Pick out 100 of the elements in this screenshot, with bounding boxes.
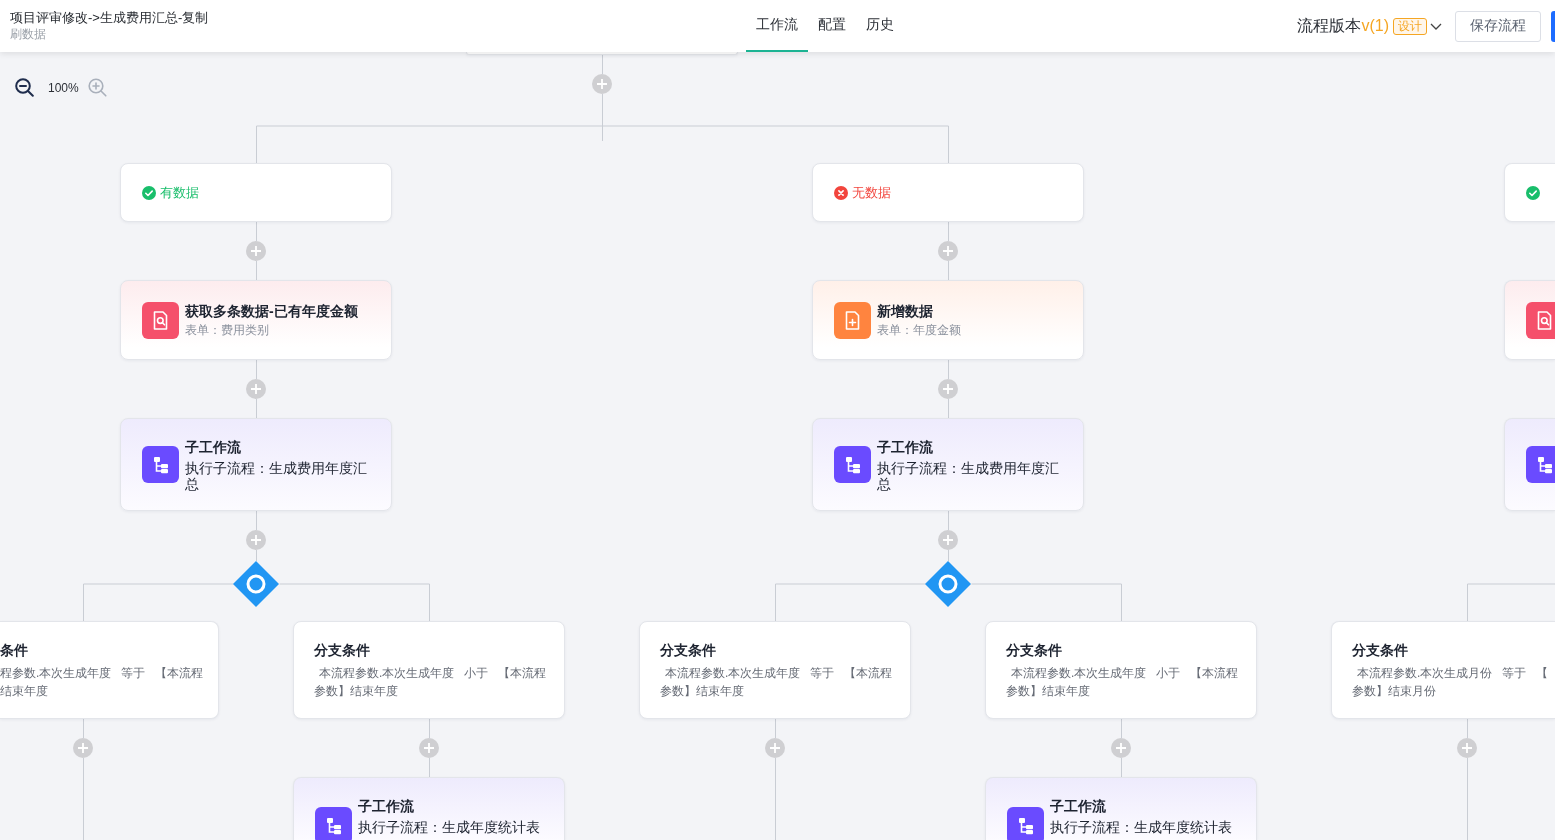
step-title: 子工作流 xyxy=(185,438,242,457)
step-title: 子工作流 xyxy=(358,797,415,816)
step-card[interactable]: 获取多条数据-已有年度金额 表单：费用类别 xyxy=(120,280,392,360)
branch-condition: 本流程参数.本次生成月份 等于 【 xyxy=(1356,665,1550,682)
connector-line xyxy=(1121,718,1122,739)
step-description: 执行子流程：生成费用年度汇总 xyxy=(877,460,1060,492)
diamond-icon[interactable] xyxy=(233,561,279,607)
add-step-button[interactable] xyxy=(938,241,958,261)
branch-title: 分支条件 xyxy=(660,641,717,659)
flow-subtitle: 刷数据 xyxy=(10,26,47,42)
zoom-level: 100% xyxy=(48,80,79,95)
add-step-button[interactable] xyxy=(765,738,785,758)
zoom-out-icon[interactable] xyxy=(15,78,34,97)
step-card[interactable] xyxy=(1504,418,1555,511)
tab[interactable]: 历史 xyxy=(856,0,904,52)
branch-card[interactable]: 分支条件 本流程参数.本次生成年度 等于 【本流程参数】结束年度 xyxy=(639,621,911,719)
save-button[interactable]: 保存流程 xyxy=(1455,10,1541,42)
status-badge: 设计 xyxy=(1393,17,1427,35)
condition-card[interactable]: 无数据 xyxy=(812,163,1084,222)
plus-icon xyxy=(943,246,953,256)
check-circle-icon xyxy=(142,185,156,200)
branch-condition: 本流程参数.本次生成年度 小于 【本流程参数】结束年度 xyxy=(1006,665,1240,700)
plus-icon xyxy=(943,384,953,394)
step-card[interactable]: 子工作流 执行子流程：生成年度统计表 xyxy=(293,777,565,840)
connector-line xyxy=(1467,718,1468,739)
add-step-button[interactable] xyxy=(246,379,266,399)
primary-button[interactable] xyxy=(1551,10,1555,42)
connector-line xyxy=(948,359,949,380)
connector-line xyxy=(1121,757,1122,778)
branch-card[interactable]: 条件 程参数.本次生成年度 等于 【本流程 结束年度 xyxy=(0,621,219,719)
hierarchy-icon xyxy=(834,446,871,483)
step-title: 子工作流 xyxy=(877,438,934,457)
plus-icon xyxy=(424,743,434,753)
hierarchy-icon xyxy=(1526,446,1555,483)
check-circle-icon xyxy=(1526,185,1540,200)
step-description: 执行子流程：生成费用年度汇总 xyxy=(185,460,368,492)
add-step-button[interactable] xyxy=(592,74,612,94)
connector-line xyxy=(948,398,949,419)
branch-condition: 结束年度 xyxy=(0,683,49,700)
add-step-button[interactable] xyxy=(246,241,266,261)
plus-icon xyxy=(597,79,607,89)
add-step-button[interactable] xyxy=(1111,738,1131,758)
plus-icon xyxy=(78,743,88,753)
connector-line xyxy=(429,757,430,778)
plus-icon xyxy=(943,535,953,545)
branch-condition: 本流程参数.本次生成年度 等于 【本流程参数】结束年度 xyxy=(660,665,894,700)
add-step-button[interactable] xyxy=(1457,738,1477,758)
add-step-button[interactable] xyxy=(246,530,266,550)
hierarchy-icon xyxy=(1007,807,1044,840)
step-title: 新增数据 xyxy=(877,302,934,321)
condition-label: 有数据 xyxy=(160,183,199,202)
chevron-down-icon[interactable] xyxy=(1430,22,1442,30)
step-card[interactable] xyxy=(1504,280,1555,360)
branch-card[interactable]: 分支条件 本流程参数.本次生成年度 小于 【本流程参数】结束年度 xyxy=(985,621,1257,719)
connector-line xyxy=(256,221,257,242)
plus-icon xyxy=(251,246,261,256)
branch-card[interactable]: 分支条件 本流程参数.本次生成月份 等于 【 参数】结束月份 xyxy=(1331,621,1555,719)
connector-line xyxy=(256,359,257,380)
plus-icon xyxy=(251,384,261,394)
step-card[interactable]: 子工作流 执行子流程：生成费用年度汇总 xyxy=(120,418,392,511)
hierarchy-icon xyxy=(315,807,352,840)
flow-title: 项目评审修改->生成费用汇总-复制 xyxy=(10,10,210,26)
x-circle-icon xyxy=(834,185,848,200)
connector-line xyxy=(602,54,603,75)
step-description: 执行子流程：生成年度统计表 xyxy=(358,819,541,835)
connector-line xyxy=(948,221,949,242)
step-card[interactable]: 子工作流 执行子流程：生成年度统计表 xyxy=(985,777,1257,840)
add-step-button[interactable] xyxy=(938,379,958,399)
connector-line xyxy=(948,260,949,281)
step-card[interactable]: 新增数据 表单：年度金额 xyxy=(812,280,1084,360)
condition-label: 无数据 xyxy=(852,183,891,202)
branch-title: 分支条件 xyxy=(1352,641,1409,659)
step-subtitle: 表单：费用类别 xyxy=(185,322,270,339)
add-step-button[interactable] xyxy=(73,738,93,758)
connector-line xyxy=(256,510,257,531)
branch-condition: 参数】结束月份 xyxy=(1352,683,1437,700)
step-card[interactable]: 子工作流 执行子流程：生成费用年度汇总 xyxy=(812,418,1084,511)
branch-condition: 本流程参数.本次生成年度 小于 【本流程参数】结束年度 xyxy=(314,665,548,700)
add-step-button[interactable] xyxy=(938,530,958,550)
connector-line xyxy=(256,260,257,281)
document-plus-icon xyxy=(834,301,871,339)
connector-line xyxy=(83,718,84,739)
plus-icon xyxy=(770,743,780,753)
step-subtitle: 表单：年度金额 xyxy=(877,322,962,339)
document-search-icon xyxy=(1526,301,1555,339)
document-search-icon xyxy=(142,301,179,339)
condition-card[interactable] xyxy=(1504,163,1555,222)
plus-icon xyxy=(251,535,261,545)
connector-line xyxy=(256,549,257,562)
tab[interactable]: 配置 xyxy=(808,0,856,52)
connector-line xyxy=(256,398,257,419)
hierarchy-icon xyxy=(142,446,179,483)
step-title: 获取多条数据-已有年度金额 xyxy=(185,302,359,321)
connector-line xyxy=(948,510,949,531)
connector-line xyxy=(948,549,949,562)
add-step-button[interactable] xyxy=(419,738,439,758)
diamond-icon[interactable] xyxy=(925,561,971,607)
step-description: 执行子流程：生成年度统计表 xyxy=(1050,819,1233,835)
branch-condition: 程参数.本次生成年度 等于 【本流程 xyxy=(0,665,205,682)
branch-card[interactable]: 分支条件 本流程参数.本次生成年度 小于 【本流程参数】结束年度 xyxy=(293,621,565,719)
